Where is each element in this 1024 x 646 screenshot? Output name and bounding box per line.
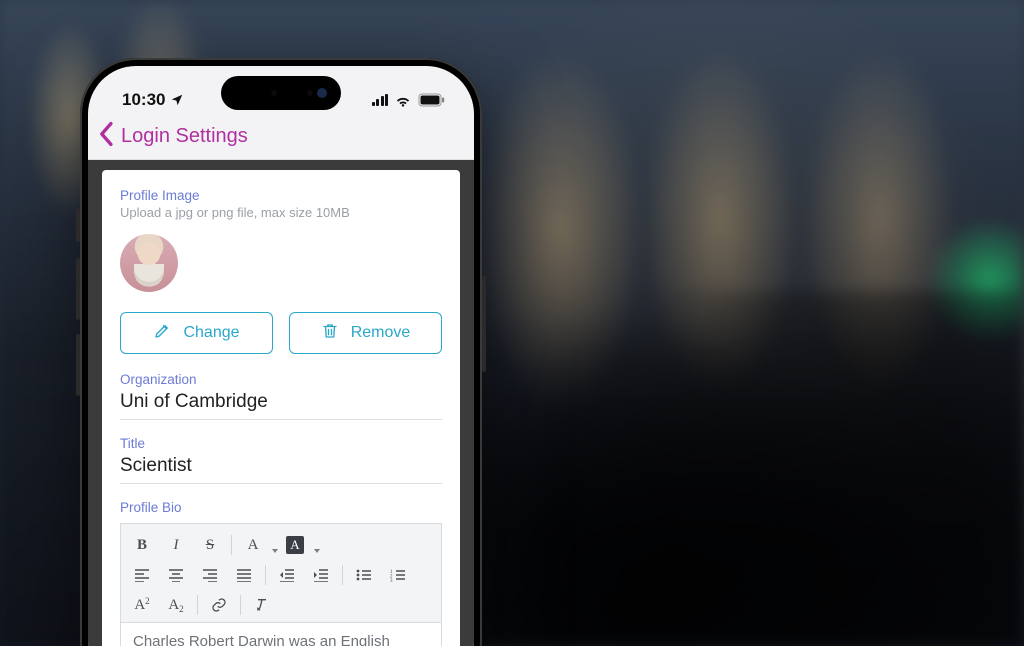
title-label: Title <box>120 436 442 451</box>
organization-label: Organization <box>120 372 442 387</box>
link-button[interactable] <box>202 590 236 620</box>
remove-button-label: Remove <box>351 324 411 342</box>
text-color-button[interactable]: A <box>236 530 270 560</box>
phone-frame: 10:30 <box>80 58 482 646</box>
bio-editor[interactable]: Charles Robert Darwin was an English <box>120 622 442 646</box>
organization-field[interactable]: Organization <box>120 372 442 420</box>
status-time: 10:30 <box>122 90 165 110</box>
phone-volume-up <box>76 258 80 320</box>
battery-icon <box>418 93 446 107</box>
phone-power-button <box>482 276 486 372</box>
content-dark-wrap: Profile Image Upload a jpg or png file, … <box>88 160 474 646</box>
align-center-button[interactable] <box>159 560 193 590</box>
superscript-button[interactable]: A2 <box>125 590 159 620</box>
toolbar-separator <box>197 595 198 615</box>
bio-text-content: Charles Robert Darwin was an English <box>133 633 390 646</box>
back-chevron-icon[interactable] <box>96 121 118 152</box>
organization-input[interactable] <box>120 391 442 413</box>
title-input[interactable] <box>120 455 442 477</box>
change-button[interactable]: Change <box>120 312 273 354</box>
toolbar-separator <box>240 595 241 615</box>
change-button-label: Change <box>183 324 239 342</box>
settings-card: Profile Image Upload a jpg or png file, … <box>102 170 460 646</box>
toolbar-separator <box>342 565 343 585</box>
toolbar-separator <box>265 565 266 585</box>
align-left-button[interactable] <box>125 560 159 590</box>
avatar[interactable] <box>120 234 178 292</box>
subscript-button[interactable]: A2 <box>159 590 193 620</box>
phone-screen: 10:30 <box>88 66 474 646</box>
align-right-button[interactable] <box>193 560 227 590</box>
dynamic-island <box>221 76 341 110</box>
italic-button[interactable]: I <box>159 530 193 560</box>
text-highlight-button[interactable]: A <box>278 530 312 560</box>
clear-formatting-button[interactable] <box>245 590 279 620</box>
strikethrough-button[interactable]: S <box>193 530 227 560</box>
cellular-signal-icon <box>372 94 389 106</box>
wifi-icon <box>394 94 412 107</box>
bold-button[interactable]: B <box>125 530 159 560</box>
toolbar-separator <box>231 535 232 555</box>
svg-text:3: 3 <box>390 579 393 582</box>
location-icon <box>170 93 184 107</box>
profile-image-help: Upload a jpg or png file, max size 10MB <box>120 205 442 220</box>
align-justify-button[interactable] <box>227 560 261 590</box>
trash-icon <box>321 322 339 345</box>
phone-volume-down <box>76 334 80 396</box>
remove-button[interactable]: Remove <box>289 312 442 354</box>
indent-button[interactable] <box>304 560 338 590</box>
profile-image-label: Profile Image <box>120 188 442 203</box>
nav-bar: Login Settings <box>88 120 474 160</box>
bio-label: Profile Bio <box>120 500 442 515</box>
numbered-list-button[interactable]: 123 <box>381 560 415 590</box>
outdent-button[interactable] <box>270 560 304 590</box>
phone-silent-switch <box>76 208 80 242</box>
pencil-icon <box>153 322 171 345</box>
title-field[interactable]: Title <box>120 436 442 484</box>
nav-title[interactable]: Login Settings <box>121 125 248 148</box>
bio-toolbar: B I S A A <box>120 523 442 622</box>
chevron-down-icon[interactable] <box>314 549 320 553</box>
bullet-list-button[interactable] <box>347 560 381 590</box>
